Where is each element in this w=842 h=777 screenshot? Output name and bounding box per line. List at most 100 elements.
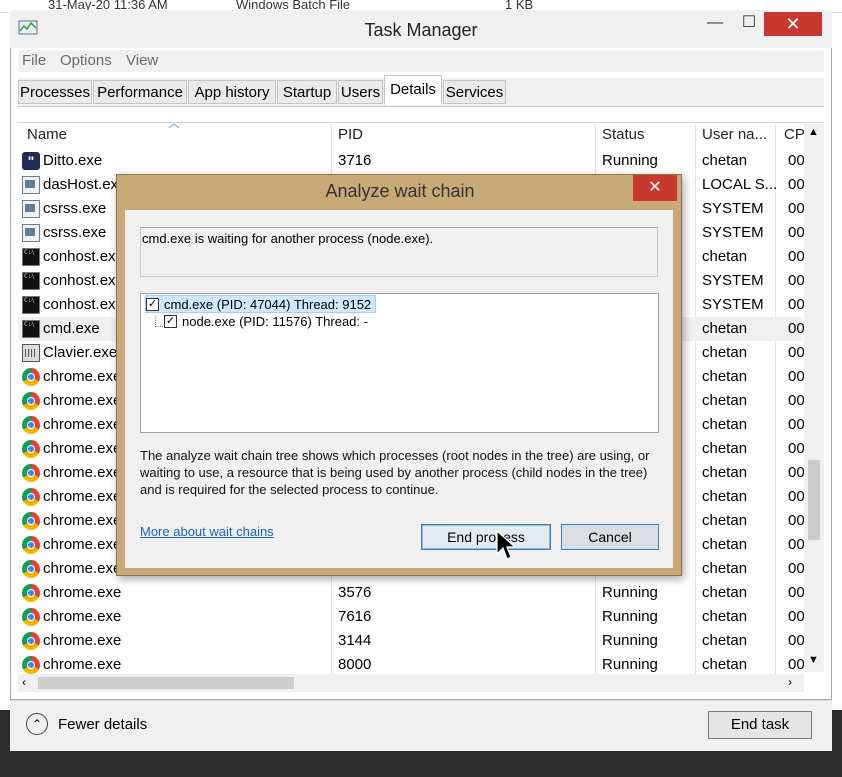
process-cpu: 00: [788, 464, 805, 481]
chrome-icon: [22, 440, 40, 458]
process-cpu: 00: [788, 392, 805, 409]
process-cpu: 00: [788, 440, 805, 457]
menu-options[interactable]: Options: [60, 52, 112, 69]
checkbox-cmd[interactable]: ✓: [146, 298, 159, 311]
tree-node-node[interactable]: ✓ node.exe (PID: 11576) Thread: -: [164, 313, 368, 331]
chrome-icon: [22, 392, 40, 410]
process-name: chrome.exe: [43, 440, 122, 457]
chrome-icon: [22, 584, 40, 602]
process-user: chetan: [702, 536, 748, 553]
process-cpu: 00: [788, 488, 805, 505]
menu-file[interactable]: File: [22, 52, 46, 69]
fewer-details-label: Fewer details: [58, 716, 148, 733]
chrome-icon: [22, 368, 40, 386]
process-name: cmd.exe: [43, 320, 100, 337]
process-name: chrome.exe: [43, 608, 122, 625]
tree-node-node-label: node.exe (PID: 11576) Thread: -: [182, 314, 368, 329]
chrome-icon: [22, 512, 40, 530]
tab-strip: Processes Performance App history Startu…: [18, 75, 824, 107]
table-row[interactable]: " Ditto.exe 3716 Running chetan 00: [18, 149, 805, 173]
tab-processes[interactable]: Processes: [18, 80, 92, 104]
process-cpu: 00: [788, 416, 805, 433]
cancel-button[interactable]: Cancel: [561, 524, 659, 550]
tab-app-history[interactable]: App history: [188, 80, 276, 104]
process-cpu: 00: [788, 536, 805, 553]
column-header-pid[interactable]: PID: [338, 126, 363, 143]
table-row[interactable]: chrome.exe 3576 Running chetan 00: [18, 581, 805, 605]
end-process-button[interactable]: End process: [421, 524, 551, 550]
process-name: chrome.exe: [43, 584, 122, 601]
end-task-button[interactable]: End task: [708, 711, 812, 739]
process-cpu: 00: [788, 224, 805, 241]
more-about-wait-chains-link[interactable]: More about wait chains: [140, 524, 274, 539]
scroll-left-icon[interactable]: ‹: [22, 675, 26, 689]
column-header-name[interactable]: Name: [27, 126, 67, 143]
process-user: chetan: [702, 560, 748, 577]
menu-bar: File Options View: [18, 50, 824, 72]
process-name: chrome.exe: [43, 368, 122, 385]
dialog-body: cmd.exe is waiting for another process (…: [125, 210, 673, 568]
process-user: chetan: [702, 656, 748, 673]
tree-connector: [155, 326, 163, 327]
wait-chain-tree[interactable]: ✓ cmd.exe (PID: 47044) Thread: 9152 ✓ no…: [140, 293, 659, 433]
table-row[interactable]: chrome.exe 7616 Running chetan 00: [18, 605, 805, 629]
process-name: chrome.exe: [43, 656, 122, 673]
process-status: Running: [602, 152, 658, 169]
process-name: chrome.exe: [43, 632, 122, 649]
tab-services[interactable]: Services: [443, 80, 506, 104]
process-name: chrome.exe: [43, 536, 122, 553]
maximize-button[interactable]: ☐: [734, 12, 764, 34]
scroll-down-icon[interactable]: ▼: [808, 654, 819, 666]
chrome-icon: [22, 560, 40, 578]
process-name: chrome.exe: [43, 488, 122, 505]
tree-node-cmd[interactable]: ✓ cmd.exe (PID: 47044) Thread: 9152: [145, 295, 377, 313]
tree-node-cmd-label: cmd.exe (PID: 47044) Thread: 9152: [164, 297, 372, 312]
wait-chain-description: The analyze wait chain tree shows which …: [140, 448, 650, 497]
process-user: chetan: [702, 464, 748, 481]
process-user: chetan: [702, 632, 748, 649]
process-user: SYSTEM: [702, 224, 764, 241]
process-pid: 7616: [338, 608, 372, 625]
tab-details[interactable]: Details: [384, 75, 442, 105]
table-row[interactable]: chrome.exe 3144 Running chetan 00: [18, 629, 805, 653]
close-button[interactable]: ✕: [764, 12, 822, 36]
checkbox-node[interactable]: ✓: [164, 315, 177, 328]
process-name: chrome.exe: [43, 560, 122, 577]
tab-performance[interactable]: Performance: [93, 80, 187, 104]
scroll-right-icon[interactable]: ›: [788, 675, 792, 689]
dialog-close-button[interactable]: ✕: [633, 175, 677, 201]
process-name: Ditto.exe: [43, 152, 103, 169]
console-icon: [22, 272, 40, 290]
tab-users[interactable]: Users: [338, 80, 383, 104]
process-name: conhost.exe: [43, 272, 124, 289]
process-cpu: 00: [788, 632, 805, 649]
process-status: Running: [602, 608, 658, 625]
column-header-status[interactable]: Status: [602, 126, 645, 143]
mouse-cursor-icon: [496, 530, 516, 560]
process-user: SYSTEM: [702, 272, 764, 289]
horizontal-scrollbar[interactable]: ‹ ›: [18, 674, 804, 692]
column-header-user[interactable]: User na...: [702, 126, 767, 143]
task-manager-app-icon[interactable]: [18, 20, 38, 36]
process-user: LOCAL S...: [702, 176, 778, 193]
wait-message: cmd.exe is waiting for another process (…: [142, 231, 434, 246]
process-pid: 3576: [338, 584, 372, 601]
console-icon: [22, 248, 40, 266]
minimize-button[interactable]: —: [700, 12, 730, 34]
tab-startup[interactable]: Startup: [277, 80, 337, 104]
process-name: chrome.exe: [43, 512, 122, 529]
fewer-details-button[interactable]: ⌃ Fewer details: [26, 713, 166, 739]
keyboard-icon: [22, 344, 40, 362]
process-cpu: 00: [788, 560, 805, 577]
chrome-icon: [22, 464, 40, 482]
process-status: Running: [602, 656, 658, 673]
process-pid: 3144: [338, 632, 372, 649]
vertical-scroll-thumb[interactable]: [808, 460, 820, 540]
process-name: conhost.exe: [43, 248, 124, 265]
menu-view[interactable]: View: [126, 52, 158, 69]
vertical-scrollbar[interactable]: ▲ ▼: [804, 124, 824, 672]
process-cpu: 00: [788, 200, 805, 217]
scroll-up-icon[interactable]: ▲: [808, 126, 819, 138]
window-icon: [22, 200, 40, 218]
horizontal-scroll-thumb[interactable]: [38, 677, 294, 689]
